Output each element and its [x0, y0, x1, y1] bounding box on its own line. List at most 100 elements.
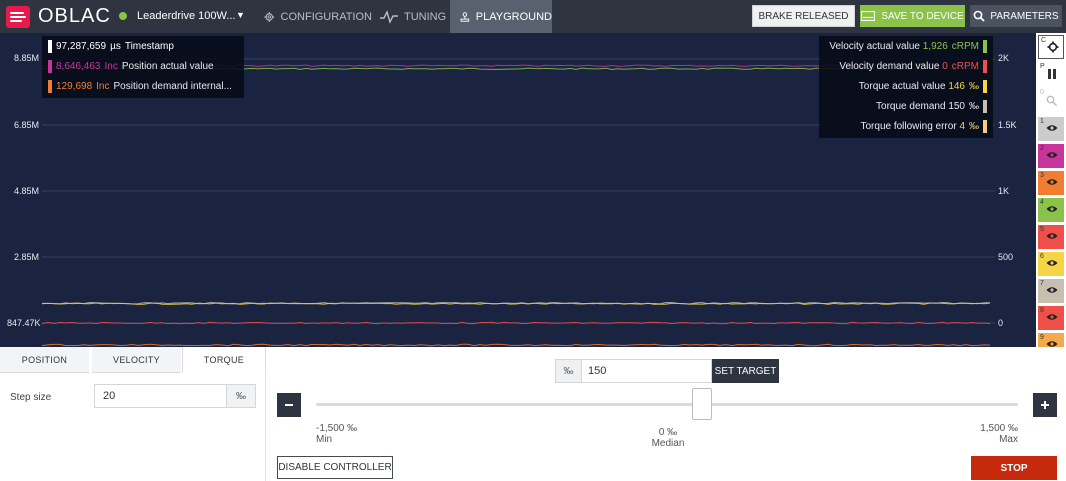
save-to-device-button[interactable]: SAVE TO DEVICE	[860, 5, 965, 27]
right-axis-tick: 500	[998, 252, 1014, 262]
minus-icon	[285, 404, 293, 406]
channel-number: 4	[1040, 199, 1044, 206]
channel-toggle-8[interactable]: 8	[1038, 306, 1064, 330]
set-target-button[interactable]: SET TARGET	[712, 359, 779, 383]
save-to-device-label: SAVE TO DEVICE	[881, 10, 964, 22]
legend-unit: ‰	[969, 121, 979, 133]
legend-value: 150	[948, 101, 965, 113]
tab-tuning-label: TUNING	[404, 10, 447, 23]
target-slider-track[interactable]	[316, 403, 1018, 406]
legend-unit: Inc	[96, 81, 110, 93]
joystick-icon	[460, 11, 470, 22]
tab-configuration-label: CONFIGURATION	[280, 10, 372, 23]
legend-value: 4	[959, 121, 965, 133]
legend-label: Velocity actual value	[829, 41, 920, 53]
right-axis-tick: 0	[998, 318, 1004, 328]
channel-number: 2	[1040, 145, 1044, 152]
step-size-label: Step size	[10, 392, 52, 403]
left-legend: 97,287,659 µs Timestamp 8,646,463 Inc Positi…	[42, 36, 244, 98]
channel-number: 8	[1040, 307, 1044, 314]
target-unit: ‰	[555, 359, 582, 383]
gear-icon	[264, 11, 275, 22]
chevron-down-icon[interactable]: ▼	[236, 10, 245, 20]
legend-swatch	[983, 60, 987, 73]
left-axis-tick: 4.85M	[14, 186, 40, 196]
eye-icon	[1046, 206, 1058, 212]
tab-position[interactable]: POSITION	[0, 347, 89, 373]
brake-released-button[interactable]: BRAKE RELEASED	[752, 5, 855, 27]
channel-toggle-2[interactable]: 2	[1038, 144, 1064, 168]
legend-item-torque-following-error[interactable]: Torque following error 4 ‰	[860, 120, 987, 136]
slider-min-value: -1,500 ‰	[316, 423, 358, 434]
channel-toggle-5[interactable]: 5	[1038, 225, 1064, 249]
slider-median-label: Median	[651, 438, 685, 449]
target-input[interactable]: 150	[582, 359, 712, 383]
right-axis-tick: 1K	[998, 186, 1010, 196]
eye-icon	[1046, 125, 1058, 131]
left-axis-tick: 2.85M	[14, 252, 40, 262]
channel-toggle-6[interactable]: 6	[1038, 252, 1064, 276]
rail-item-label: P	[1040, 63, 1045, 70]
slider-min-label: Min	[316, 434, 333, 445]
device-selector[interactable]: Leaderdrive 100W...	[137, 10, 235, 22]
slider-max-value: 1,500 ‰	[980, 423, 1018, 434]
channel-number: 7	[1040, 280, 1044, 287]
legend-item-position-actual[interactable]: 8,646,463 Inc Position actual value	[48, 60, 214, 76]
legend-value: 97,287,659	[56, 41, 107, 53]
channel-toggle-1[interactable]: 1	[1038, 117, 1064, 141]
legend-item-torque-demand[interactable]: Torque demand 150 ‰	[876, 100, 987, 116]
increment-button[interactable]	[1033, 393, 1057, 417]
rail-item-label: 0	[1040, 89, 1044, 96]
channel-toggle-7[interactable]: 7	[1038, 279, 1064, 303]
legend-swatch	[983, 100, 987, 113]
tab-tuning[interactable]: TUNING	[372, 0, 450, 33]
step-size-unit: ‰	[227, 384, 256, 408]
channel-rail: C P 0 1 2 3 4 5 6 7 8 9	[1036, 33, 1066, 357]
tab-configuration[interactable]: CONFIGURATION	[254, 0, 372, 33]
device-icon	[861, 11, 876, 21]
disable-controller-button[interactable]: DISABLE CONTROLLER	[277, 456, 393, 479]
legend-label: Timestamp	[124, 41, 174, 53]
legend-item-velocity-demand[interactable]: Velocity demand value 0 cRPM	[839, 60, 987, 76]
slider-median-value: 0 ‰	[658, 427, 678, 438]
legend-swatch	[983, 40, 987, 53]
series-line	[41, 343, 991, 347]
channel-toggle-3[interactable]: 3	[1038, 171, 1064, 195]
legend-swatch	[983, 80, 987, 93]
tab-velocity[interactable]: VELOCITY	[92, 347, 181, 373]
slider-median: 0 ‰ Median	[650, 427, 686, 449]
chart-settings-button[interactable]: C	[1038, 35, 1064, 59]
legend-unit: µs	[110, 41, 121, 53]
legend-value: 146	[948, 81, 965, 93]
pause-button[interactable]: P	[1038, 62, 1064, 86]
legend-swatch	[983, 120, 987, 133]
legend-value: 1,926	[922, 41, 948, 53]
slider-max: 1,500 ‰ Max	[960, 423, 1018, 445]
decrement-button[interactable]	[277, 393, 301, 417]
legend-label: Velocity demand value	[839, 61, 940, 73]
target-slider-thumb[interactable]	[692, 388, 713, 420]
waveform-icon	[380, 9, 398, 24]
channel-toggle-4[interactable]: 4	[1038, 198, 1064, 222]
zoom-button[interactable]: 0	[1038, 88, 1064, 112]
legend-item-torque-actual[interactable]: Torque actual value 146 ‰	[859, 80, 987, 96]
eye-icon	[1046, 260, 1058, 266]
legend-value: 129,698	[56, 81, 93, 93]
channel-number: 6	[1040, 253, 1044, 260]
stop-button[interactable]: STOP	[971, 456, 1057, 480]
left-axis-tick: 8.85M	[14, 53, 40, 63]
parameters-button[interactable]: PARAMETERS	[970, 5, 1062, 27]
legend-label: Position demand internal...	[113, 81, 232, 93]
tab-playground[interactable]: PLAYGROUND	[450, 0, 552, 33]
legend-item-velocity-actual[interactable]: Velocity actual value 1,926 cRPM	[829, 40, 987, 56]
slider-max-label: Max	[999, 434, 1018, 445]
tab-torque[interactable]: TORQUE	[182, 347, 266, 373]
legend-item-position-demand[interactable]: 129,698 Inc Position demand internal...	[48, 80, 232, 96]
right-axis-tick: 1.5K	[998, 120, 1017, 130]
eye-icon	[1046, 233, 1058, 239]
legend-label: Position actual value	[121, 61, 214, 73]
legend-swatch	[48, 80, 52, 93]
top-bar: OBLAC Leaderdrive 100W... ▼ CONFIGURATIO…	[0, 0, 1066, 33]
legend-item-timestamp[interactable]: 97,287,659 µs Timestamp	[48, 40, 174, 56]
step-size-input[interactable]: 20	[94, 384, 227, 408]
